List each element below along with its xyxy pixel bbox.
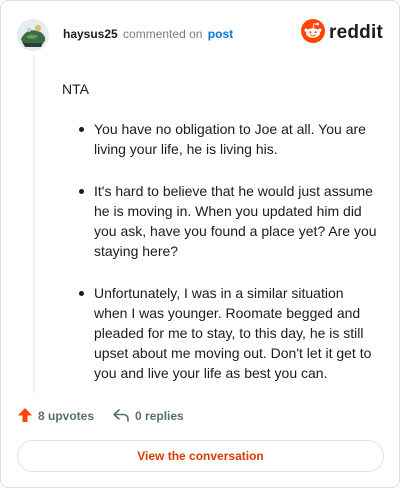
upvote-arrow-icon	[17, 407, 38, 426]
list-item: You have no obligation to Joe at all. Yo…	[62, 119, 380, 159]
comment-first-line: NTA	[62, 81, 89, 97]
view-conversation-button[interactable]: View the conversation	[17, 440, 384, 472]
list-item: It's hard to believe that he would just …	[62, 181, 380, 261]
upvote-button[interactable]: 8 upvotes	[17, 407, 94, 426]
comment-verb: commented on	[123, 27, 203, 41]
comment-meta: haysus25 commented on post	[63, 27, 233, 41]
replies-count: 0 replies	[135, 409, 184, 423]
post-link[interactable]: post	[208, 27, 233, 41]
comment-bullet-list: You have no obligation to Joe at all. Yo…	[62, 119, 380, 383]
thread-line	[33, 57, 35, 393]
reddit-brand[interactable]: reddit	[301, 18, 383, 48]
reply-arrow-icon	[112, 407, 135, 426]
comment-header: haysus25 commented on post reddit	[17, 17, 383, 53]
reply-button[interactable]: 0 replies	[112, 407, 184, 426]
list-item: Unfortunately, I was in a similar situat…	[62, 283, 380, 383]
comment-body: NTA You have no obligation to Joe at all…	[62, 79, 380, 405]
upvotes-count: 8 upvotes	[38, 409, 95, 423]
reddit-wordmark: reddit	[329, 22, 383, 43]
comment-actions: 8 upvotes 0 replies	[17, 405, 184, 427]
username-link[interactable]: haysus25	[63, 27, 118, 41]
comment-card: haysus25 commented on post reddit NTA Yo…	[0, 0, 400, 488]
reddit-snoo-icon	[301, 18, 326, 48]
user-avatar-icon[interactable]	[17, 19, 49, 51]
